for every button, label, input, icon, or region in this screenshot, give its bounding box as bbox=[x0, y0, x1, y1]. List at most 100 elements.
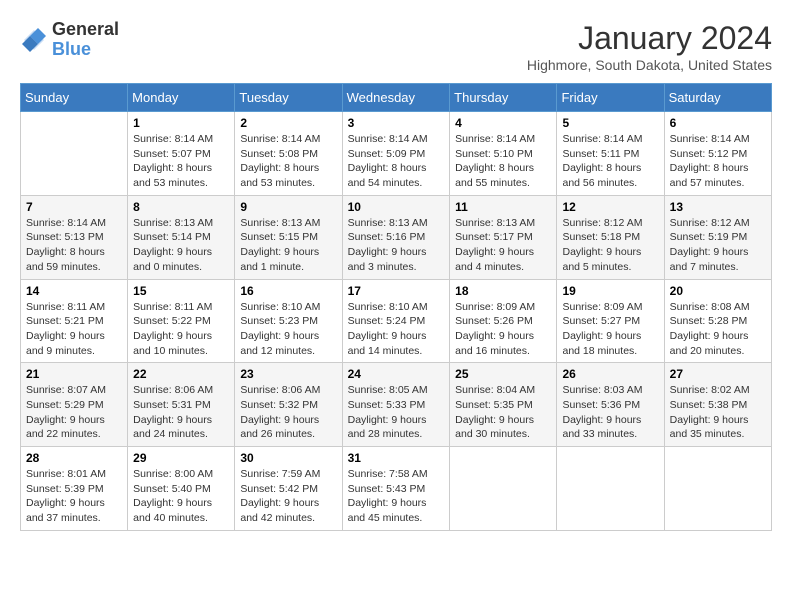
day-info: Sunrise: 8:09 AMSunset: 5:26 PMDaylight:… bbox=[455, 300, 551, 359]
calendar-body: 1Sunrise: 8:14 AMSunset: 5:07 PMDaylight… bbox=[21, 112, 772, 531]
calendar-cell bbox=[450, 447, 557, 531]
calendar-cell: 15Sunrise: 8:11 AMSunset: 5:22 PMDayligh… bbox=[128, 279, 235, 363]
day-info: Sunrise: 8:07 AMSunset: 5:29 PMDaylight:… bbox=[26, 383, 122, 442]
calendar-cell: 9 Sunrise: 8:13 AMSunset: 5:15 PMDaylight… bbox=[235, 195, 342, 279]
column-header-friday: Friday bbox=[557, 84, 664, 112]
calendar-cell: 5 Sunrise: 8:14 AMSunset: 5:11 PMDaylight… bbox=[557, 112, 664, 196]
day-number: 16 bbox=[240, 284, 336, 298]
calendar-week-1: 1Sunrise: 8:14 AMSunset: 5:07 PMDaylight… bbox=[21, 112, 772, 196]
logo-icon bbox=[20, 26, 48, 54]
calendar-cell: 6Sunrise: 8:14 AMSunset: 5:12 PMDaylight… bbox=[664, 112, 771, 196]
calendar-cell: 25 Sunrise: 8:04 AMSunset: 5:35 PMDayligh… bbox=[450, 363, 557, 447]
logo: GeneralBlue bbox=[20, 20, 119, 60]
day-number: 15 bbox=[133, 284, 229, 298]
calendar-cell: 2 Sunrise: 8:14 AMSunset: 5:08 PMDaylight… bbox=[235, 112, 342, 196]
day-info: Sunrise: 8:04 AMSunset: 5:35 PMDaylight:… bbox=[455, 383, 551, 442]
day-info: Sunrise: 8:03 AMSunset: 5:36 PMDaylight:… bbox=[562, 383, 658, 442]
day-info: Sunrise: 8:14 AMSunset: 5:12 PMDaylight:… bbox=[670, 132, 766, 191]
calendar-cell: 28 Sunrise: 8:01 AMSunset: 5:39 PMDayligh… bbox=[21, 447, 128, 531]
day-info: Sunrise: 8:14 AMSunset: 5:08 PMDaylight:… bbox=[240, 132, 336, 191]
calendar-subtitle: Highmore, South Dakota, United States bbox=[527, 57, 772, 73]
calendar-cell: 1Sunrise: 8:14 AMSunset: 5:07 PMDaylight… bbox=[128, 112, 235, 196]
calendar-cell: 30 Sunrise: 7:59 AMSunset: 5:42 PMDayligh… bbox=[235, 447, 342, 531]
calendar-cell: 14Sunrise: 8:11 AMSunset: 5:21 PMDayligh… bbox=[21, 279, 128, 363]
day-number: 13 bbox=[670, 200, 766, 214]
day-info: Sunrise: 8:08 AMSunset: 5:28 PMDaylight:… bbox=[670, 300, 766, 359]
calendar-cell: 11 Sunrise: 8:13 AMSunset: 5:17 PMDayligh… bbox=[450, 195, 557, 279]
day-info: Sunrise: 8:13 AMSunset: 5:16 PMDaylight:… bbox=[348, 216, 445, 275]
day-number: 24 bbox=[348, 367, 445, 381]
day-number: 4 bbox=[455, 116, 551, 130]
day-number: 3 bbox=[348, 116, 445, 130]
day-number: 29 bbox=[133, 451, 229, 465]
calendar-cell: 4 Sunrise: 8:14 AMSunset: 5:10 PMDaylight… bbox=[450, 112, 557, 196]
calendar-cell: 21 Sunrise: 8:07 AMSunset: 5:29 PMDayligh… bbox=[21, 363, 128, 447]
day-number: 30 bbox=[240, 451, 336, 465]
calendar-cell: 31 Sunrise: 7:58 AMSunset: 5:43 PMDayligh… bbox=[342, 447, 450, 531]
calendar-cell bbox=[557, 447, 664, 531]
page-header: GeneralBlue January 2024 Highmore, South… bbox=[20, 20, 772, 73]
day-number: 28 bbox=[26, 451, 122, 465]
calendar-cell: 3 Sunrise: 8:14 AMSunset: 5:09 PMDaylight… bbox=[342, 112, 450, 196]
calendar-header-row: SundayMondayTuesdayWednesdayThursdayFrid… bbox=[21, 84, 772, 112]
day-info: Sunrise: 8:14 AMSunset: 5:09 PMDaylight:… bbox=[348, 132, 445, 191]
day-info: Sunrise: 8:14 AMSunset: 5:11 PMDaylight:… bbox=[562, 132, 658, 191]
day-number: 31 bbox=[348, 451, 445, 465]
calendar-cell: 8 Sunrise: 8:13 AMSunset: 5:14 PMDaylight… bbox=[128, 195, 235, 279]
day-info: Sunrise: 8:02 AMSunset: 5:38 PMDaylight:… bbox=[670, 383, 766, 442]
day-number: 19 bbox=[562, 284, 658, 298]
title-block: January 2024 Highmore, South Dakota, Uni… bbox=[527, 20, 772, 73]
day-number: 21 bbox=[26, 367, 122, 381]
calendar-title: January 2024 bbox=[527, 20, 772, 57]
day-number: 2 bbox=[240, 116, 336, 130]
calendar-cell: 27 Sunrise: 8:02 AMSunset: 5:38 PMDayligh… bbox=[664, 363, 771, 447]
day-info: Sunrise: 8:09 AMSunset: 5:27 PMDaylight:… bbox=[562, 300, 658, 359]
day-info: Sunrise: 8:12 AMSunset: 5:19 PMDaylight:… bbox=[670, 216, 766, 275]
column-header-tuesday: Tuesday bbox=[235, 84, 342, 112]
calendar-week-5: 28 Sunrise: 8:01 AMSunset: 5:39 PMDayligh… bbox=[21, 447, 772, 531]
calendar-cell: 12Sunrise: 8:12 AMSunset: 5:18 PMDayligh… bbox=[557, 195, 664, 279]
day-info: Sunrise: 8:14 AMSunset: 5:07 PMDaylight:… bbox=[133, 132, 229, 191]
day-info: Sunrise: 7:58 AMSunset: 5:43 PMDaylight:… bbox=[348, 467, 445, 526]
day-number: 20 bbox=[670, 284, 766, 298]
day-number: 26 bbox=[562, 367, 658, 381]
day-info: Sunrise: 8:05 AMSunset: 5:33 PMDaylight:… bbox=[348, 383, 445, 442]
day-info: Sunrise: 8:06 AMSunset: 5:32 PMDaylight:… bbox=[240, 383, 336, 442]
day-number: 17 bbox=[348, 284, 445, 298]
day-number: 23 bbox=[240, 367, 336, 381]
day-info: Sunrise: 8:13 AMSunset: 5:15 PMDaylight:… bbox=[240, 216, 336, 275]
calendar-cell: 26 Sunrise: 8:03 AMSunset: 5:36 PMDayligh… bbox=[557, 363, 664, 447]
calendar-cell: 18 Sunrise: 8:09 AMSunset: 5:26 PMDayligh… bbox=[450, 279, 557, 363]
calendar-cell: 13 Sunrise: 8:12 AMSunset: 5:19 PMDayligh… bbox=[664, 195, 771, 279]
day-number: 5 bbox=[562, 116, 658, 130]
day-number: 27 bbox=[670, 367, 766, 381]
calendar-cell: 16 Sunrise: 8:10 AMSunset: 5:23 PMDayligh… bbox=[235, 279, 342, 363]
calendar-week-3: 14Sunrise: 8:11 AMSunset: 5:21 PMDayligh… bbox=[21, 279, 772, 363]
column-header-thursday: Thursday bbox=[450, 84, 557, 112]
day-number: 25 bbox=[455, 367, 551, 381]
day-info: Sunrise: 8:13 AMSunset: 5:14 PMDaylight:… bbox=[133, 216, 229, 275]
calendar-cell: 10Sunrise: 8:13 AMSunset: 5:16 PMDayligh… bbox=[342, 195, 450, 279]
day-number: 9 bbox=[240, 200, 336, 214]
day-number: 8 bbox=[133, 200, 229, 214]
column-header-monday: Monday bbox=[128, 84, 235, 112]
calendar-cell: 7Sunrise: 8:14 AMSunset: 5:13 PMDaylight… bbox=[21, 195, 128, 279]
calendar-cell bbox=[664, 447, 771, 531]
day-number: 12 bbox=[562, 200, 658, 214]
day-info: Sunrise: 8:00 AMSunset: 5:40 PMDaylight:… bbox=[133, 467, 229, 526]
day-info: Sunrise: 8:11 AMSunset: 5:21 PMDaylight:… bbox=[26, 300, 122, 359]
column-header-wednesday: Wednesday bbox=[342, 84, 450, 112]
day-info: Sunrise: 8:14 AMSunset: 5:10 PMDaylight:… bbox=[455, 132, 551, 191]
day-number: 7 bbox=[26, 200, 122, 214]
calendar-cell: 22Sunrise: 8:06 AMSunset: 5:31 PMDayligh… bbox=[128, 363, 235, 447]
day-info: Sunrise: 7:59 AMSunset: 5:42 PMDaylight:… bbox=[240, 467, 336, 526]
calendar-cell: 17 Sunrise: 8:10 AMSunset: 5:24 PMDayligh… bbox=[342, 279, 450, 363]
calendar-week-2: 7Sunrise: 8:14 AMSunset: 5:13 PMDaylight… bbox=[21, 195, 772, 279]
day-number: 11 bbox=[455, 200, 551, 214]
day-number: 18 bbox=[455, 284, 551, 298]
day-info: Sunrise: 8:10 AMSunset: 5:24 PMDaylight:… bbox=[348, 300, 445, 359]
day-info: Sunrise: 8:01 AMSunset: 5:39 PMDaylight:… bbox=[26, 467, 122, 526]
calendar-week-4: 21 Sunrise: 8:07 AMSunset: 5:29 PMDayligh… bbox=[21, 363, 772, 447]
day-info: Sunrise: 8:10 AMSunset: 5:23 PMDaylight:… bbox=[240, 300, 336, 359]
day-info: Sunrise: 8:13 AMSunset: 5:17 PMDaylight:… bbox=[455, 216, 551, 275]
